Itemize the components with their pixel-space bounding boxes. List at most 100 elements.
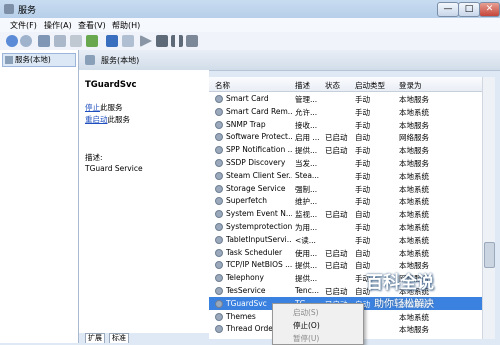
table-row[interactable]: SSDP Discovery 当发... 手动 本地服务 — [209, 156, 482, 169]
restart-link[interactable]: 重启动 — [85, 115, 108, 124]
menu-help[interactable]: 帮助(H) — [112, 20, 140, 31]
tab-standard[interactable]: 标准 — [109, 333, 129, 343]
stop-service-icon[interactable] — [156, 35, 168, 47]
service-name: Steam Client Ser... — [226, 170, 292, 180]
minimize-button[interactable]: — — [437, 2, 459, 17]
tree-item-services-local[interactable]: 服务(本地) — [2, 53, 76, 67]
tab-extended[interactable]: 扩展 — [85, 333, 105, 343]
column-name[interactable]: 名称 — [215, 80, 230, 91]
start-service-icon[interactable] — [140, 35, 152, 47]
description-label: 描述: — [85, 153, 103, 162]
service-gear-icon — [215, 107, 223, 116]
close-button[interactable]: ✕ — [479, 2, 500, 17]
table-row[interactable]: Superfetch 维护... 手动 本地系统 — [209, 194, 482, 207]
service-name: Systemprotection — [226, 222, 292, 231]
restart-service-icon[interactable] — [186, 35, 198, 47]
service-logon-as: 本地服务 — [399, 95, 429, 104]
service-startup-type: 手动 — [355, 171, 370, 181]
column-description[interactable]: 描述 — [295, 80, 310, 91]
menu-action[interactable]: 操作(A) — [44, 20, 72, 31]
service-gear-icon — [215, 133, 223, 142]
service-description: 提供... — [295, 146, 318, 156]
pane-header: 服务(本地) — [79, 50, 500, 71]
service-gear-icon — [215, 223, 223, 231]
help-icon[interactable] — [106, 35, 118, 47]
service-logon-as: 本地系统 — [399, 184, 429, 194]
service-logon-as: 本地服务 — [399, 146, 429, 156]
service-name: Smart Card — [226, 94, 269, 103]
watermark: 百科全说 助你轻松解决 — [360, 268, 478, 314]
service-gear-icon — [215, 146, 223, 155]
table-row[interactable]: TabletInputServi... <读... 手动 本地系统 — [209, 233, 482, 246]
table-row[interactable]: Task Scheduler 使用... 已启动 自动 本地系统 — [209, 246, 482, 259]
table-row[interactable]: Software Protect... 启用 ... 已启动 自动 网络服务 — [209, 130, 482, 143]
forward-icon[interactable] — [20, 35, 32, 47]
properties-icon[interactable] — [122, 35, 134, 47]
service-status: 已启动 — [325, 261, 348, 271]
context-stop[interactable]: 停止(O) — [293, 320, 320, 331]
column-startup-type[interactable]: 启动类型 — [355, 80, 385, 91]
service-status: 已启动 — [325, 287, 348, 296]
service-description: 启用 ... — [295, 133, 320, 143]
table-row[interactable]: Steam Client Ser... Stea... 手动 本地系统 — [209, 169, 482, 182]
column-logon-as[interactable]: 登录为 — [399, 80, 422, 91]
service-gear-icon — [215, 120, 223, 129]
service-logon-as: 本地系统 — [399, 210, 429, 220]
back-icon[interactable] — [6, 35, 18, 47]
export-list-icon[interactable] — [86, 35, 98, 47]
service-logon-as: 本地服务 — [399, 159, 429, 168]
service-logon-as: 本地系统 — [399, 171, 429, 181]
navigation-tree: 服务(本地) — [0, 50, 79, 343]
service-name: Task Scheduler — [226, 247, 283, 257]
service-startup-type: 手动 — [355, 107, 370, 117]
table-row[interactable]: SNMP Trap 接收... 手动 本地服务 — [209, 118, 482, 131]
service-logon-as: 本地系统 — [399, 107, 429, 117]
service-gear-icon — [215, 171, 223, 180]
service-description: 提供... — [295, 274, 318, 284]
service-logon-as: 本地系统 — [399, 223, 429, 232]
stop-link[interactable]: 停止 — [85, 103, 100, 112]
table-row[interactable]: Smart Card 管理... 手动 本地服务 — [209, 92, 482, 105]
service-gear-icon — [215, 248, 223, 257]
service-description: 管理... — [295, 95, 318, 104]
restart-suffix: 此服务 — [107, 115, 131, 124]
service-name: SSDP Discovery — [226, 158, 286, 167]
title-bar: 服务 — □ ✕ — [0, 0, 500, 18]
pause-service-icon[interactable] — [171, 35, 183, 47]
column-status[interactable]: 状态 — [325, 80, 340, 91]
service-description: Stea... — [295, 170, 320, 180]
service-gear-icon — [215, 210, 223, 219]
service-logon-as: 本地系统 — [399, 197, 429, 207]
service-description: 强制... — [295, 184, 318, 194]
maximize-button[interactable]: □ — [458, 2, 480, 17]
column-header-row: 名称 描述 状态 启动类型 登录为 — [209, 77, 482, 92]
service-description: 当发... — [295, 159, 318, 168]
vertical-scrollbar[interactable] — [482, 77, 495, 339]
services-app-icon — [4, 4, 14, 14]
service-startup-type: 手动 — [355, 235, 370, 245]
console-icon[interactable] — [54, 35, 66, 47]
table-row[interactable]: SPP Notification ... 提供... 已启动 手动 本地服务 — [209, 143, 482, 156]
view-tabs: 扩展 标准 — [79, 333, 209, 343]
context-pause[interactable]: 暂停(U) — [293, 333, 319, 344]
table-row[interactable]: Storage Service 强制... 手动 本地系统 — [209, 182, 482, 195]
service-name: Smart Card Rem... — [226, 106, 292, 116]
watermark-subtitle: 助你轻松解决 — [374, 299, 434, 310]
refresh-icon[interactable] — [70, 35, 82, 47]
show-hide-tree-icon[interactable] — [38, 35, 50, 47]
table-row[interactable]: System Event N... 监视... 已启动 自动 本地系统 — [209, 207, 482, 220]
stop-suffix: 此服务 — [100, 103, 123, 112]
service-gear-icon — [215, 159, 223, 167]
service-name: Telephony — [226, 273, 264, 283]
service-logon-as: 本地系统 — [399, 235, 429, 245]
menu-view[interactable]: 查看(V) — [78, 20, 106, 31]
menu-file[interactable]: 文件(F) — [10, 20, 37, 31]
context-start[interactable]: 启动(S) — [293, 307, 319, 318]
service-gear-icon — [215, 287, 223, 295]
table-row[interactable]: Smart Card Rem... 允许... 手动 本地系统 — [209, 105, 482, 118]
service-description: 使用... — [295, 248, 318, 258]
service-description: 允许... — [295, 107, 318, 117]
scrollbar-thumb[interactable] — [484, 242, 495, 268]
table-row[interactable]: Systemprotection 为用... 手动 本地系统 — [209, 220, 482, 233]
service-gear-icon — [215, 312, 223, 321]
